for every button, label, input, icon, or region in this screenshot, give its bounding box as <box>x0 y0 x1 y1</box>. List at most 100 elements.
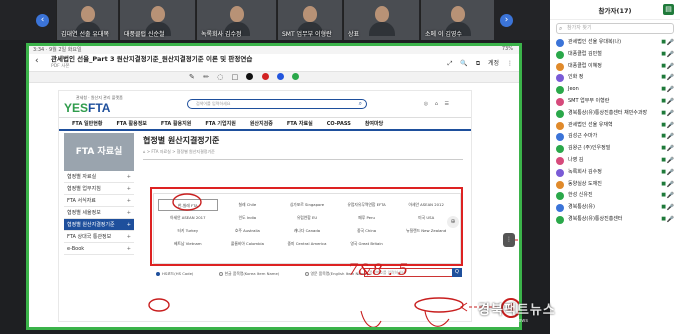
participant-name: 나영 김 <box>568 156 584 163</box>
camera-icon: ■ <box>661 204 666 211</box>
document-view: 관세청 · 원산지 관리 플랫폼 YESFTA 검색어를 입력하세요 ⌕ ◎ ⌂… <box>29 83 519 327</box>
person-image <box>374 6 389 22</box>
mic-muted-icon: 🎤 <box>666 121 674 129</box>
participant-gallery: ‹ 김대연 선출 유대복 대풍클럽 신순철 녹록회사 김수정 SMT 업무부 이… <box>0 0 550 40</box>
participant-name: 대풍클럽 이혜정 <box>568 62 602 69</box>
video-tile[interactable]: 상표 <box>343 0 419 40</box>
participant-name: 관세법인 선율 유대복(나) <box>568 39 622 45</box>
video-tile[interactable]: 대풍클럽 신순철 <box>119 0 195 40</box>
participant-row[interactable]: 나영 김 ■ 🎤 <box>550 155 680 167</box>
camera-icon: ■ <box>661 156 666 163</box>
participant-name: 경북통상(유)통상진흥센터 채민수과장 <box>568 109 648 116</box>
participant-row[interactable]: 경북통상(유) ■ 🎤 <box>550 202 680 214</box>
red-annotation-drawings <box>148 193 519 327</box>
participant-name: 녹록회사 김수정 <box>568 168 602 175</box>
camera-icon: ■ <box>661 86 666 93</box>
video-tile[interactable]: SMT 업무부 이형란 <box>277 0 342 40</box>
participant-name: SMT 업무부 이형란 <box>568 97 610 104</box>
camera-icon: ■ <box>661 192 666 199</box>
avatar <box>556 180 564 189</box>
back-arrow-icon[interactable]: ‹ <box>35 56 39 66</box>
color-red-swatch[interactable] <box>261 73 269 80</box>
participant-name: 인화 정 <box>568 74 584 81</box>
gallery-next-icon[interactable]: › <box>500 14 513 27</box>
participant-row[interactable]: 관세법인 선율 유대복(나) ■ 🎤 <box>550 37 680 49</box>
mic-muted-icon: 🎤 <box>666 215 674 223</box>
mic-muted-icon: 🎤 <box>666 168 674 176</box>
participant-row[interactable]: 경북통상(유)통상진흥센터 ■ 🎤 <box>550 214 680 226</box>
participant-search-input[interactable]: ⌕ 참가자 찾기 <box>556 23 674 34</box>
avatar <box>556 204 564 213</box>
video-tile[interactable]: 소메 이 김영수 <box>420 0 494 40</box>
mic-muted-icon: 🎤 <box>666 192 674 200</box>
camera-icon: ■ <box>661 215 666 222</box>
pages-icon[interactable]: ⧉ <box>476 60 480 67</box>
tile-name: 소메 이 김영수 <box>425 31 462 38</box>
participant-row[interactable]: 동양실상 도재진 ■ 🎤 <box>550 179 680 191</box>
pen-tool-icon[interactable]: ✎ <box>189 73 195 81</box>
tile-name: 상표 <box>348 31 360 38</box>
highlighter-icon[interactable]: ✏ <box>203 73 209 81</box>
participant-row[interactable]: SMT 업무부 이형란 ■ 🎤 <box>550 96 680 108</box>
camera-icon: ■ <box>661 168 666 175</box>
video-tile[interactable]: 녹록회사 김수정 <box>196 0 276 40</box>
gallery-prev-icon[interactable]: ‹ <box>36 14 49 27</box>
avatar <box>556 145 564 154</box>
participant-row[interactable]: 관세법인 선율 유재혁 ■ 🎤 <box>550 120 680 132</box>
handwritten-note: 7&8 . 5 <box>348 260 409 279</box>
device-status-bar: 3:34 · 9월 2일 화요일 73% <box>29 46 519 54</box>
tile-name: 녹록회사 김수정 <box>201 31 242 38</box>
participant-row[interactable]: 인화 정 ■ 🎤 <box>550 72 680 84</box>
panel-toggle-icon[interactable]: ▤ <box>663 4 674 15</box>
camera-icon: ■ <box>661 145 666 152</box>
camera-icon: ■ <box>661 133 666 140</box>
eraser-icon[interactable]: ◌ <box>217 73 223 81</box>
avatar <box>556 50 564 59</box>
news-watermark: 경북팩트 news 경북팩트뉴스 kyongbuk.fact.news <box>478 292 556 324</box>
account-button[interactable]: 계정 <box>488 60 499 67</box>
avatar <box>556 192 564 201</box>
search-icon[interactable]: 🔍 <box>460 60 467 67</box>
participant-row[interactable]: 대풍클럽 김민철 ■ 🎤 <box>550 49 680 61</box>
battery-level: 73% <box>501 46 513 52</box>
participant-name: 대풍클럽 김민철 <box>568 50 602 57</box>
participant-row[interactable]: 대풍클럽 이혜정 ■ 🎤 <box>550 61 680 73</box>
mic-muted-icon: 🎤 <box>666 109 674 117</box>
participant-name: 경북통상(유) <box>568 204 595 211</box>
color-green-swatch[interactable] <box>292 73 300 80</box>
status-time: 3:34 · 9월 2일 화요일 <box>33 47 82 53</box>
participant-row[interactable]: 김왕근 (주)인우정밀 ■ 🎤 <box>550 143 680 155</box>
participant-row[interactable]: 한성 신유진 ■ 🎤 <box>550 190 680 202</box>
color-black-swatch[interactable] <box>246 73 254 80</box>
video-meeting-window: ‹ 김대연 선출 유대복 대풍클럽 신순철 녹록회사 김수정 SMT 업무부 이… <box>0 0 680 334</box>
person-image <box>150 6 165 22</box>
more-menu-icon[interactable]: ⋮ <box>507 60 513 67</box>
participant-row[interactable]: Jeon ■ 🎤 <box>550 84 680 96</box>
camera-icon: ■ <box>661 50 666 57</box>
mic-muted-icon: 🎤 <box>666 50 674 58</box>
person-image <box>80 6 95 22</box>
tile-name: 대풍클럽 신순철 <box>124 31 165 38</box>
avatar <box>556 215 564 224</box>
pdf-header: ‹ 관세법인 선율_Part 3 원산지결정기준_원산지결정기준 이론 및 판정… <box>29 54 519 71</box>
tile-name: SMT 업무부 이형란 <box>282 31 332 38</box>
participant-row[interactable]: 김성근 수마가 ■ 🎤 <box>550 131 680 143</box>
participant-row[interactable]: 경북통상(유)통상진흥센터 채민수과장 ■ 🎤 <box>550 108 680 120</box>
participant-row[interactable]: 녹록회사 김수정 ■ 🎤 <box>550 167 680 179</box>
shape-tool-icon[interactable]: □ <box>232 73 239 81</box>
person-image <box>450 6 465 22</box>
avatar <box>556 86 564 95</box>
participant-name: 김왕근 (주)인우정밀 <box>568 145 611 152</box>
participant-list: 관세법인 선율 유대복(나) ■ 🎤 대풍클럽 김민철 ■ 🎤 대풍클럽 이혜정 ■ 🎤 인화 정… <box>550 37 680 226</box>
avatar <box>556 156 564 165</box>
avatar <box>556 39 564 47</box>
fullscreen-icon[interactable]: ⤢ <box>448 60 453 67</box>
avatar <box>556 74 564 83</box>
watermark-main: 경북팩트뉴스 <box>478 302 556 317</box>
color-blue-swatch[interactable] <box>276 73 284 80</box>
participants-panel: 참가자(17) ▤ ⌕ 참가자 찾기 관세법인 선율 유대복(나) ■ 🎤 대풍클럽 … <box>550 0 680 334</box>
participant-name: 동양실상 도재진 <box>568 180 602 187</box>
camera-icon: ■ <box>661 97 666 104</box>
search-icon: ⌕ <box>559 25 563 32</box>
video-tile[interactable]: 김대연 선출 유대복 <box>56 0 118 40</box>
